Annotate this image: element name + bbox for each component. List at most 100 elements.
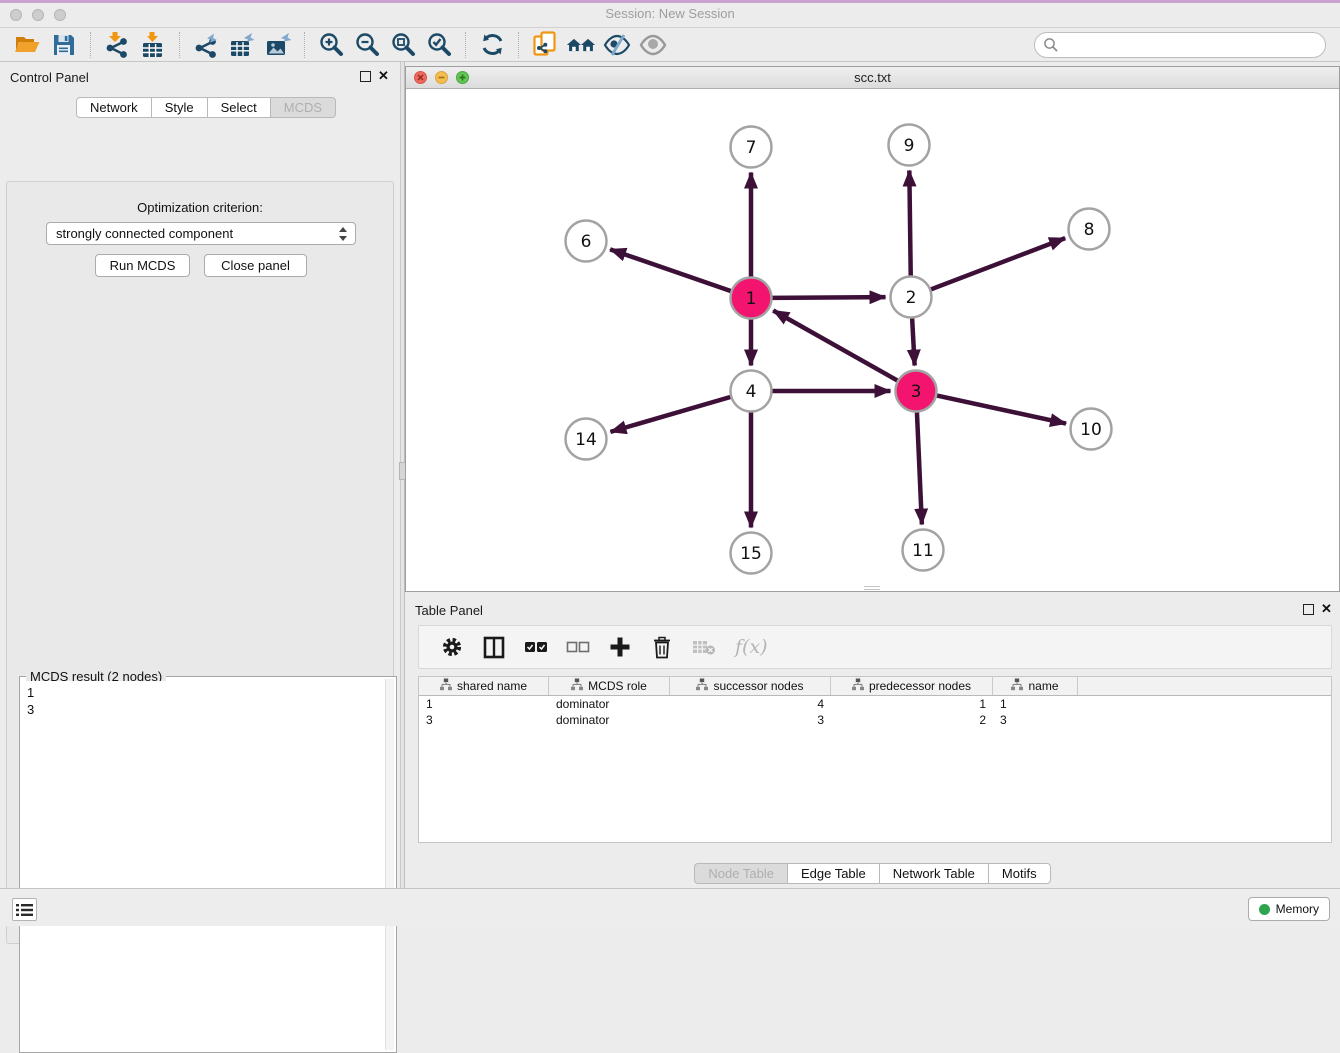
network-view-window: scc.txt 1 2 3 4 6 7 8 9 10 11 14 15 <box>405 66 1340 592</box>
graph-node-4[interactable]: 4 <box>731 371 772 412</box>
criterion-dropdown[interactable]: strongly connected component <box>46 222 356 245</box>
float-table-panel-icon[interactable] <box>1303 604 1314 615</box>
save-session-icon[interactable] <box>49 30 79 60</box>
column-header-name[interactable]: name <box>993 677 1078 695</box>
search-input[interactable] <box>1064 37 1317 52</box>
network-graph[interactable]: 1 2 3 4 6 7 8 9 10 11 14 15 <box>406 89 1339 591</box>
network-canvas[interactable]: 1 2 3 4 6 7 8 9 10 11 14 15 <box>406 89 1339 591</box>
float-panel-icon[interactable] <box>360 71 371 82</box>
zoom-out-icon[interactable] <box>352 30 382 60</box>
graph-node-8[interactable]: 8 <box>1069 209 1110 250</box>
graph-node-11[interactable]: 11 <box>903 530 944 571</box>
column-header-successor-nodes[interactable]: successor nodes <box>670 677 831 695</box>
mcds-result-textarea[interactable]: 1 3 <box>22 681 385 1050</box>
export-image-icon[interactable] <box>263 30 293 60</box>
graph-edge-2-3[interactable] <box>912 318 915 365</box>
open-session-icon[interactable] <box>13 30 43 60</box>
graph-edge-3-1[interactable] <box>773 311 897 381</box>
svg-text:6: 6 <box>581 232 592 252</box>
table-cell[interactable]: dominator <box>549 696 670 712</box>
graph-node-6[interactable]: 6 <box>566 221 607 262</box>
graph-node-7[interactable]: 7 <box>731 127 772 168</box>
tab-motifs[interactable]: Motifs <box>989 863 1051 884</box>
tab-network-table[interactable]: Network Table <box>880 863 989 884</box>
hide-selected-icon[interactable] <box>602 30 632 60</box>
mcds-tab-content: Optimization criterion: strongly connect… <box>6 181 394 944</box>
delete-column-icon[interactable] <box>647 632 677 662</box>
graph-node-9[interactable]: 9 <box>889 125 930 166</box>
tab-edge-table[interactable]: Edge Table <box>788 863 880 884</box>
table-cell[interactable]: 3 <box>670 712 831 728</box>
graph-edge-2-9[interactable] <box>909 170 910 275</box>
search-box[interactable] <box>1034 32 1326 58</box>
import-table-icon[interactable] <box>138 30 168 60</box>
refresh-icon[interactable] <box>477 30 507 60</box>
close-panel-icon[interactable]: ✕ <box>378 69 389 83</box>
close-panel-button[interactable]: Close panel <box>204 254 307 277</box>
graph-edge-1-2[interactable] <box>772 297 885 298</box>
clone-network-icon[interactable] <box>530 30 560 60</box>
tab-network[interactable]: Network <box>76 97 152 118</box>
svg-text:15: 15 <box>740 544 762 564</box>
column-header-shared-name[interactable]: shared name <box>419 677 549 695</box>
show-columns-icon[interactable] <box>479 632 509 662</box>
table-cell[interactable]: 1 <box>419 696 549 712</box>
network-file-title: scc.txt <box>406 70 1339 85</box>
tree-hierarchy-icon <box>1011 678 1023 694</box>
column-header-MCDS-role[interactable]: MCDS role <box>549 677 670 695</box>
tree-hierarchy-icon <box>440 678 452 694</box>
function-builder-icon[interactable]: f(x) <box>735 636 768 658</box>
tab-node-table[interactable]: Node Table <box>694 863 788 884</box>
zoom-in-icon[interactable] <box>316 30 346 60</box>
memory-button[interactable]: Memory <box>1248 897 1330 921</box>
tab-style[interactable]: Style <box>152 97 208 118</box>
graph-node-2[interactable]: 2 <box>891 277 932 318</box>
add-column-icon[interactable] <box>605 632 635 662</box>
table-cell[interactable]: 2 <box>831 712 993 728</box>
table-cell[interactable]: 3 <box>993 712 1078 728</box>
run-mcds-button[interactable]: Run MCDS <box>95 254 190 277</box>
zoom-fit-icon[interactable] <box>388 30 418 60</box>
network-window-titlebar[interactable]: scc.txt <box>406 67 1339 89</box>
table-row[interactable]: 1dominator411 <box>419 696 1331 712</box>
graph-node-1[interactable]: 1 <box>731 278 772 319</box>
toolbar-separator <box>179 32 180 58</box>
criterion-value: strongly connected component <box>56 226 233 241</box>
close-table-panel-icon[interactable]: ✕ <box>1321 602 1332 616</box>
table-row[interactable]: 3dominator323 <box>419 712 1331 728</box>
table-cell[interactable]: dominator <box>549 712 670 728</box>
graph-edge-4-14[interactable] <box>610 397 730 432</box>
svg-text:2: 2 <box>906 288 917 308</box>
graph-edge-3-10[interactable] <box>937 396 1066 424</box>
table-cell[interactable]: 3 <box>419 712 549 728</box>
show-all-icon[interactable] <box>638 30 668 60</box>
graph-node-14[interactable]: 14 <box>566 419 607 460</box>
zoom-selected-icon[interactable] <box>424 30 454 60</box>
settings-gear-icon[interactable] <box>437 632 467 662</box>
table-cell[interactable]: 1 <box>993 696 1078 712</box>
node-table-header-row: shared nameMCDS rolesuccessor nodesprede… <box>419 677 1331 696</box>
table-cell[interactable]: 1 <box>831 696 993 712</box>
graph-edge-2-8[interactable] <box>931 238 1065 289</box>
graph-node-15[interactable]: 15 <box>731 533 772 574</box>
task-history-button[interactable] <box>12 898 37 921</box>
table-cell[interactable]: 4 <box>670 696 831 712</box>
delete-table-icon[interactable] <box>689 632 719 662</box>
import-network-icon[interactable] <box>102 30 132 60</box>
column-header-predecessor-nodes[interactable]: predecessor nodes <box>831 677 993 695</box>
export-network-icon[interactable] <box>191 30 221 60</box>
select-all-icon[interactable] <box>521 632 551 662</box>
export-table-icon[interactable] <box>227 30 257 60</box>
graph-edge-3-11[interactable] <box>917 412 922 524</box>
unselect-all-icon[interactable] <box>563 632 593 662</box>
tab-select[interactable]: Select <box>208 97 271 118</box>
first-neighbors-icon[interactable] <box>566 30 596 60</box>
graph-edge-1-6[interactable] <box>610 249 731 291</box>
graph-node-10[interactable]: 10 <box>1071 409 1112 450</box>
tab-mcds[interactable]: MCDS <box>271 97 336 118</box>
result-scrollbar[interactable] <box>385 679 394 1050</box>
canvas-bottom-grip[interactable] <box>864 586 880 590</box>
graph-node-3[interactable]: 3 <box>896 371 937 412</box>
window-top-highlight <box>0 0 1340 3</box>
app-titlebar: Session: New Session <box>0 0 1340 28</box>
